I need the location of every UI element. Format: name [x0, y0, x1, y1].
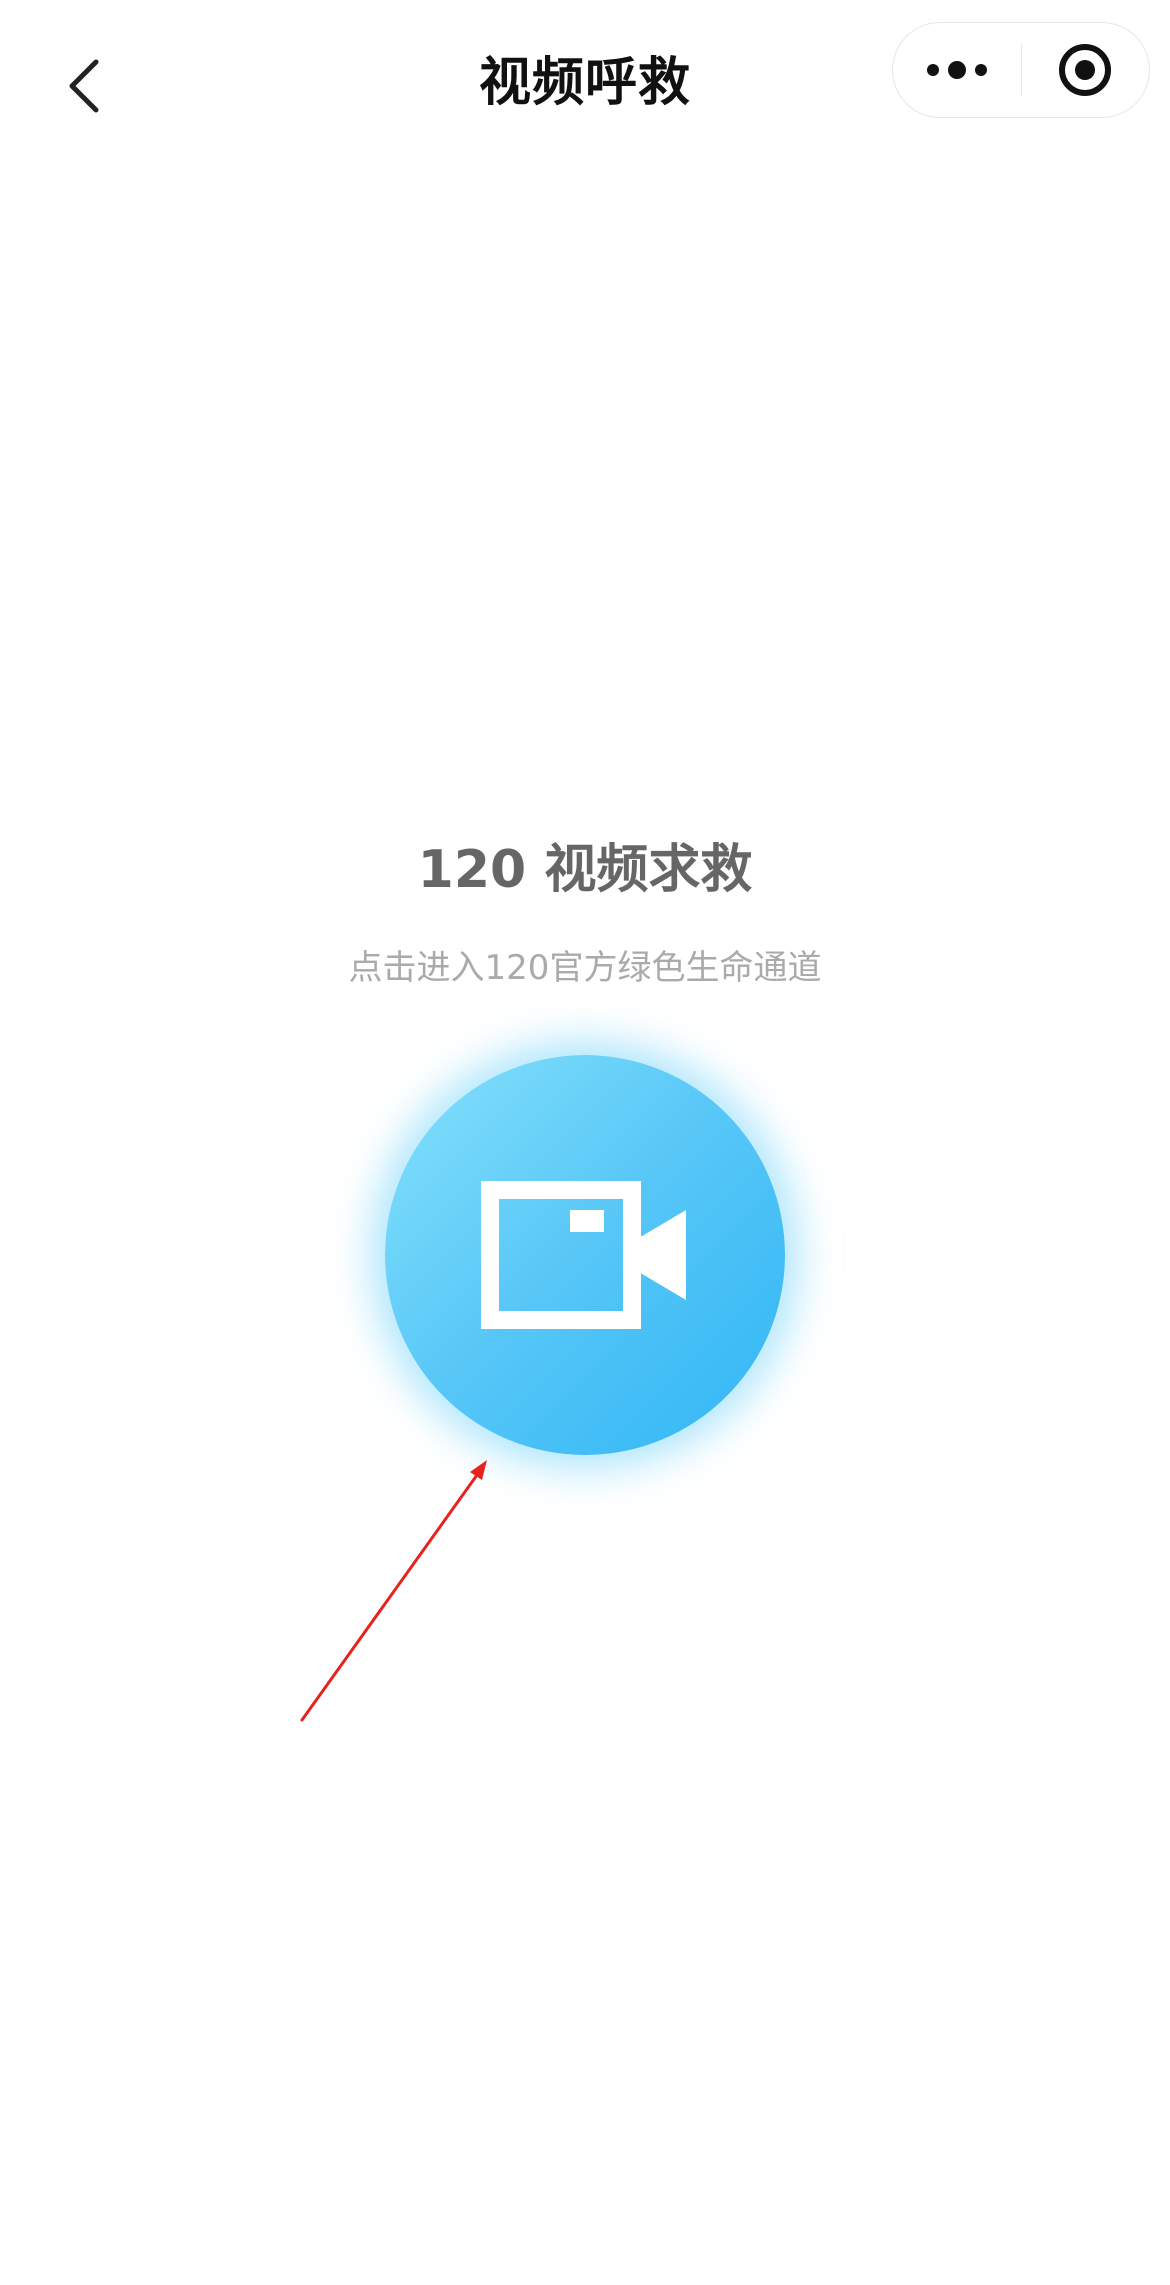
subtitle: 点击进入120官方绿色生命通道 [348, 948, 822, 988]
nav-bar: 视频呼救 [0, 0, 1170, 170]
mini-program-capsule [892, 22, 1150, 118]
video-camera-icon [481, 1181, 686, 1329]
target-circle-icon [1059, 44, 1112, 96]
more-button[interactable] [893, 23, 1021, 117]
close-mini-program-button[interactable] [1022, 23, 1150, 117]
headline: 120 视频求救 [417, 840, 753, 900]
video-call-button[interactable] [385, 1055, 785, 1455]
more-dots-icon [926, 61, 987, 79]
video-rescue-page: 视频呼救 120 视频求救 点击进入120官方绿色生命通道 [0, 0, 1170, 2285]
